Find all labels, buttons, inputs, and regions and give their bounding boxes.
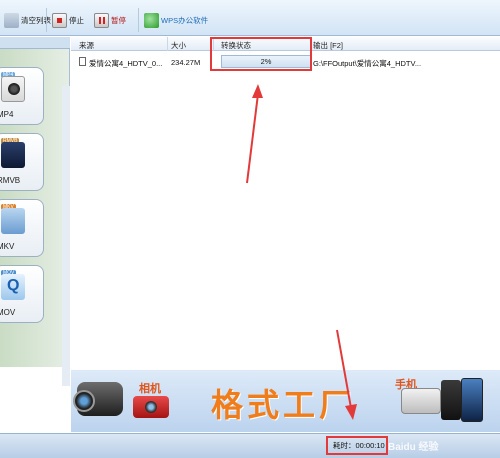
arrow-head [252, 84, 263, 98]
annotation-arrows [246, 84, 357, 420]
annotation-arrow [246, 93, 259, 184]
arrow-head [345, 404, 357, 420]
annotation-arrow [336, 329, 352, 409]
